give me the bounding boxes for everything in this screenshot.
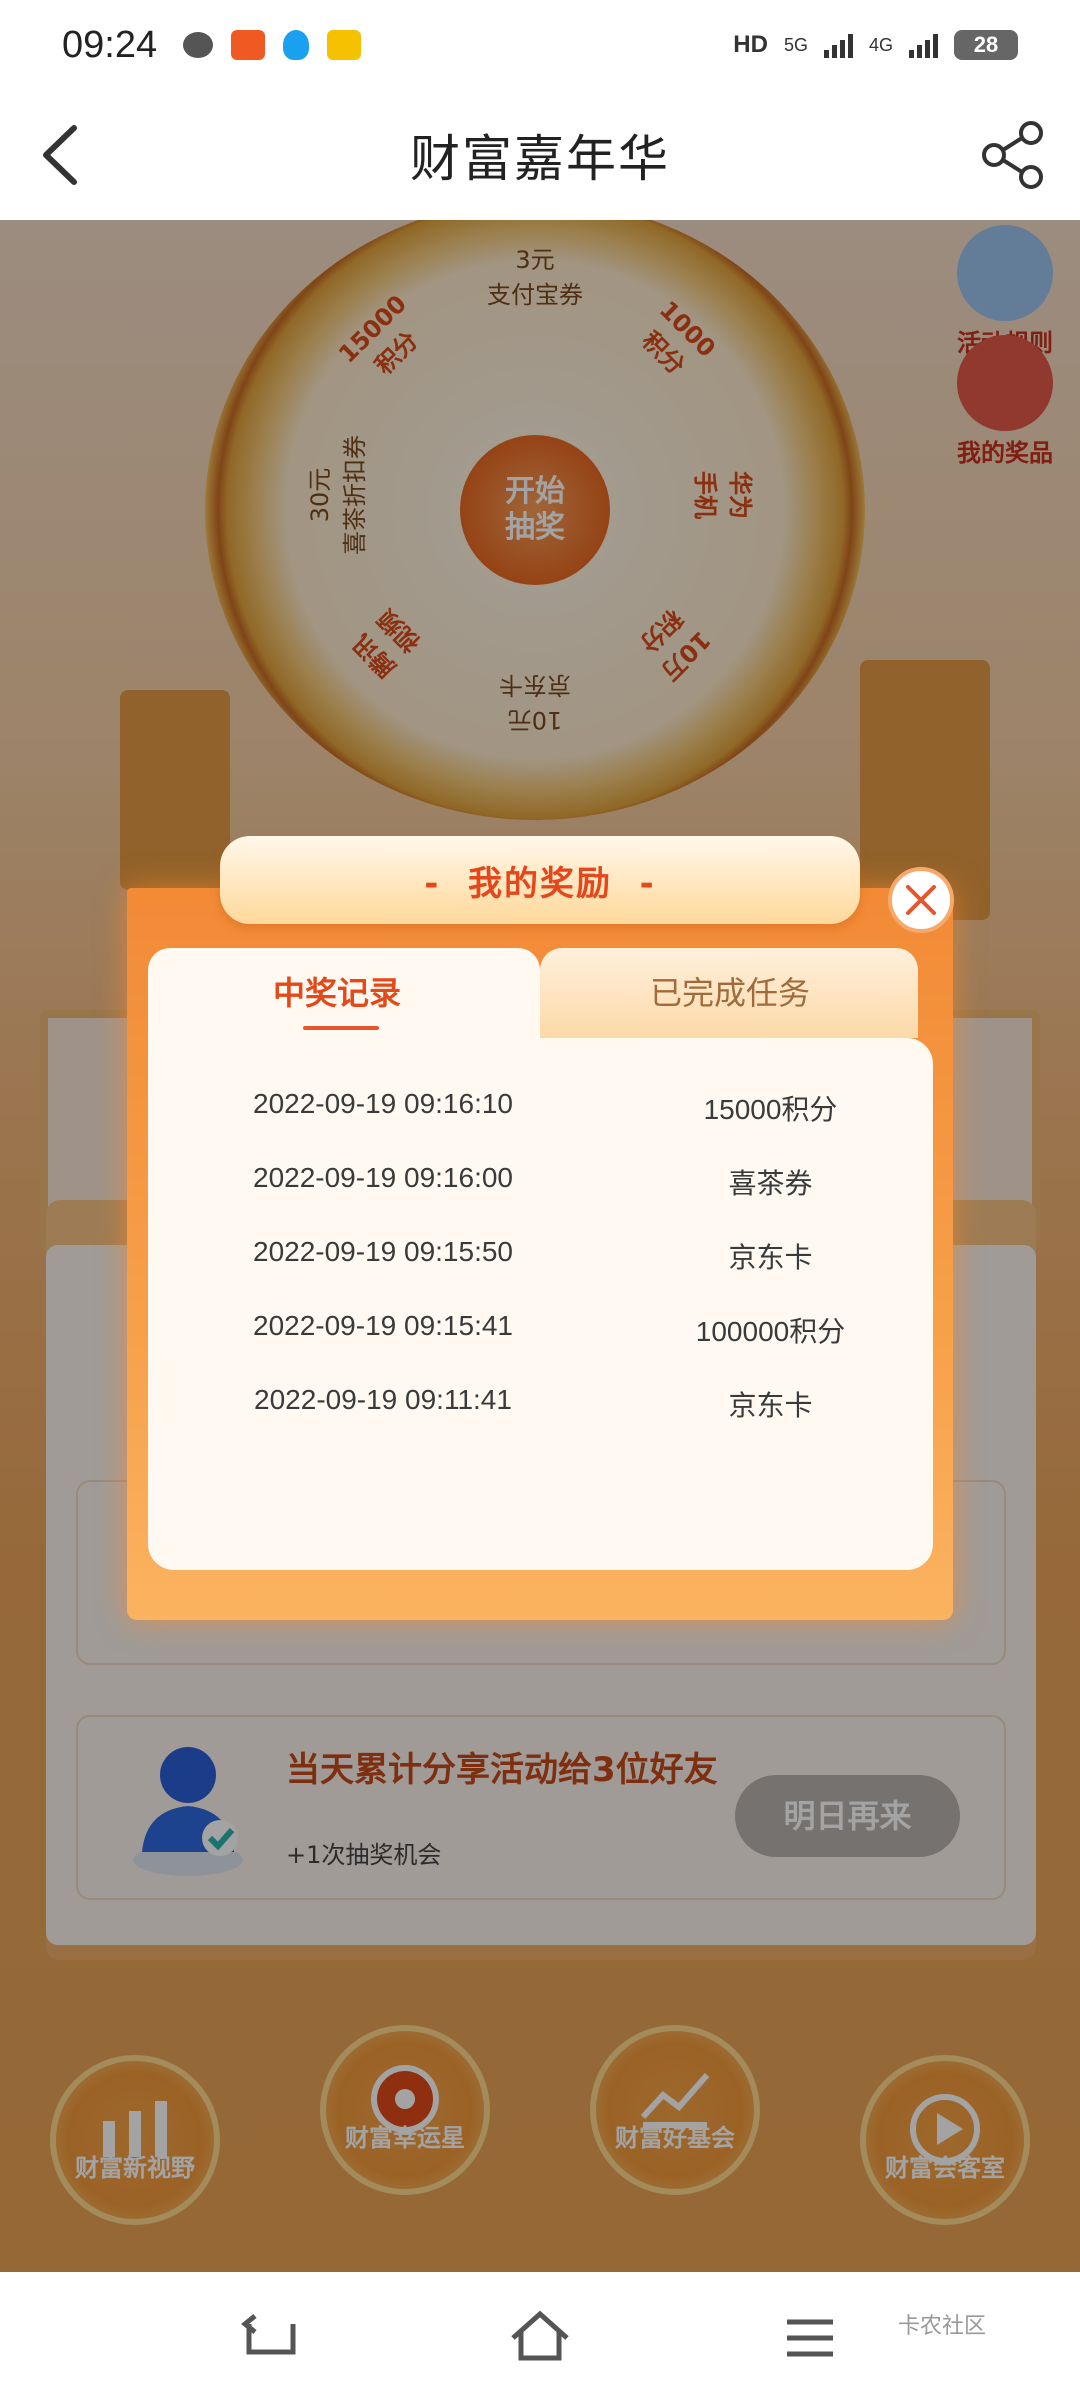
table-row: 2022-09-19 09:15:50 京东卡 [148, 1218, 933, 1292]
watermark: 卡农社区 [898, 2314, 987, 2339]
menu-nav-icon[interactable] [775, 2302, 845, 2372]
home-nav-icon[interactable] [505, 2302, 575, 2372]
qq-icon [283, 30, 310, 60]
win-records-list[interactable]: 2022-09-19 09:16:10 15000积分 2022-09-19 0… [148, 1038, 933, 1570]
tab-win-records-label: 中奖记录 [273, 974, 402, 1012]
tab-completed-tasks-label: 已完成任务 [650, 974, 811, 1012]
net-4g-label: 4G [868, 34, 893, 55]
status-time: 09:24 [62, 23, 158, 66]
record-prize: 15000积分 [703, 1094, 838, 1125]
signal-icon-2 [909, 32, 938, 58]
modal-tabs: 已完成任务 中奖记录 [148, 948, 918, 1038]
hd-icon: HD [733, 31, 768, 58]
status-bar: 09:24 HD 5G 4G 28 [0, 0, 1080, 90]
table-row: 2022-09-19 09:11:41 京东卡 [148, 1366, 933, 1440]
tab-active-indicator [303, 1026, 379, 1030]
table-row-partial [148, 1038, 933, 1072]
record-prize: 京东卡 [728, 1390, 813, 1421]
signal-icon [823, 32, 853, 58]
record-time: 2022-09-19 09:11:41 [254, 1384, 512, 1415]
meituan-icon [327, 30, 362, 60]
modal-title: - 我的奖励 - [424, 863, 656, 904]
record-time: 2022-09-19 09:16:10 [253, 1088, 513, 1119]
record-time: 2022-09-19 09:15:41 [253, 1310, 513, 1341]
battery-icon: 28 [954, 30, 1018, 60]
back-arrow-icon[interactable] [30, 120, 100, 190]
back-nav-icon[interactable] [235, 2302, 305, 2372]
net-5g-label: 5G [783, 34, 808, 55]
record-time: 2022-09-19 09:15:50 [253, 1236, 513, 1267]
status-indicators: HD 5G 4G 28 [733, 30, 1018, 60]
page-title: 财富嘉年华 [410, 130, 670, 188]
record-prize: 100000积分 [695, 1316, 846, 1347]
table-row: 2022-09-19 09:15:41 100000积分 [148, 1292, 933, 1366]
app-header: 财富嘉年华 [0, 90, 1080, 220]
record-prize: 京东卡 [728, 1242, 813, 1273]
app-orange-icon [231, 30, 266, 60]
record-prize: 喜茶券 [728, 1168, 813, 1199]
notification-icons [183, 30, 362, 60]
table-row: 2022-09-19 09:16:00 喜茶券 [148, 1144, 933, 1218]
close-button[interactable] [888, 867, 954, 933]
tab-completed-tasks[interactable]: 已完成任务 [540, 948, 918, 1038]
record-time: 2022-09-19 09:16:00 [253, 1162, 513, 1193]
modal-title-banner: - 我的奖励 - [220, 836, 860, 924]
table-row: 2022-09-19 09:16:10 15000积分 [148, 1070, 933, 1144]
wechat-icon [183, 32, 214, 58]
tab-win-records[interactable]: 中奖记录 [148, 948, 540, 1038]
close-icon [906, 885, 936, 915]
share-icon[interactable] [976, 118, 1050, 192]
